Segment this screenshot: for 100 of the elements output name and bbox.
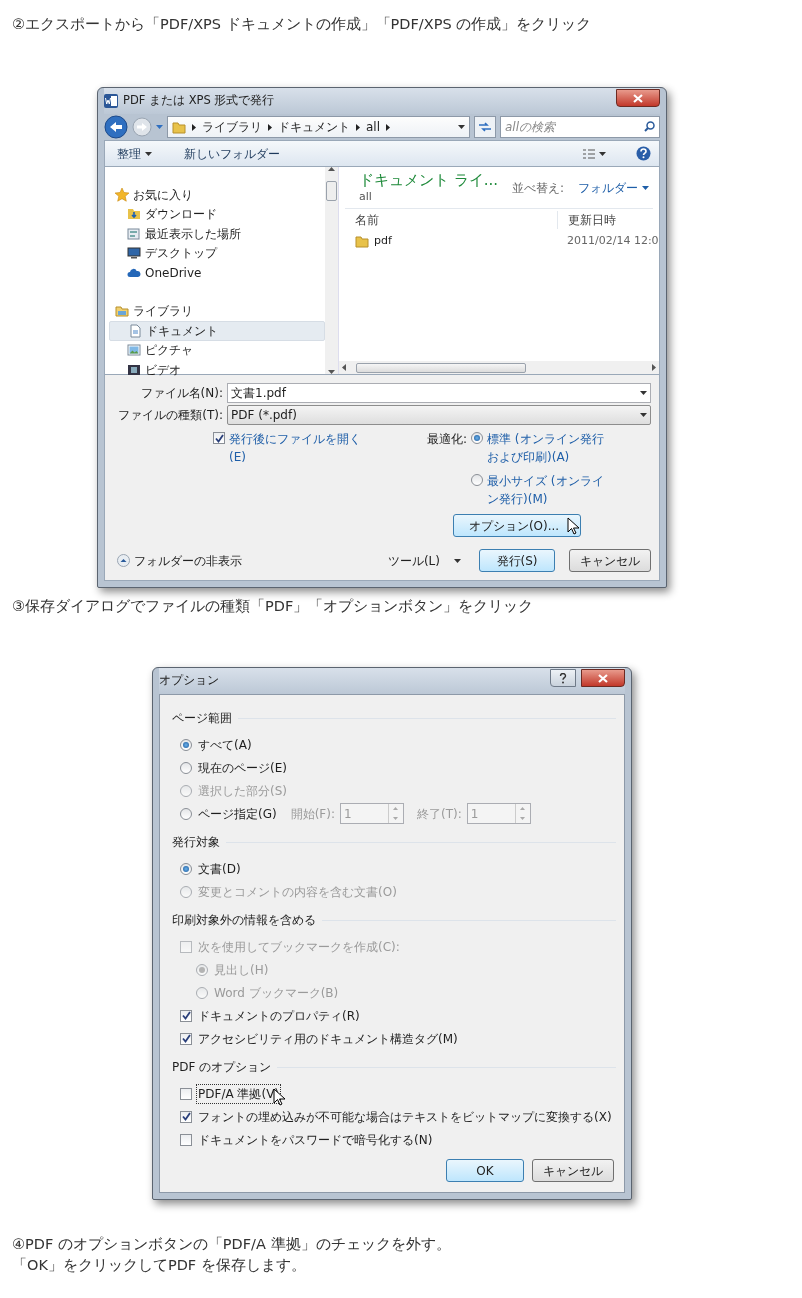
caret-icon	[640, 391, 647, 395]
radio-label[interactable]: 標準 (オンライン発行および印刷)(A)	[487, 430, 610, 466]
word-icon	[104, 94, 118, 108]
toolbar-button[interactable]: 整理	[113, 142, 156, 165]
checkmark-icon	[181, 1112, 191, 1122]
checkmark-icon	[214, 433, 224, 443]
search-icon	[644, 121, 655, 132]
dialog-button[interactable]: キャンセル	[569, 549, 651, 572]
library-title: ドキュメント ライ...	[359, 171, 499, 189]
checkbox[interactable]	[180, 1032, 192, 1045]
sort-dropdown[interactable]: フォルダー	[578, 179, 650, 197]
library-subtitle: all	[359, 189, 373, 205]
step-caption: 「OK」をクリックしてPDF を保存します。	[12, 1256, 307, 1276]
nav-item[interactable]: ドキュメント	[109, 321, 325, 341]
checkbox-label[interactable]: フォントの埋め込みが不可能な場合はテキストをビットマップに変換する(X)	[197, 1107, 613, 1126]
file-name[interactable]: pdf	[374, 233, 392, 250]
checkbox[interactable]	[180, 1110, 192, 1123]
nav-item[interactable]: お気に入り	[109, 185, 325, 205]
window-title: PDF または XPS 形式で発行	[123, 92, 275, 110]
desktop-icon	[127, 246, 141, 261]
collapse-up-icon	[117, 554, 130, 567]
history-caret-icon[interactable]	[156, 125, 163, 129]
radio-label[interactable]: すべて(A)	[197, 735, 253, 754]
radio-button[interactable]	[180, 862, 192, 875]
checkbox-label[interactable]: ドキュメントのプロパティ(R)	[197, 1006, 361, 1025]
close-button[interactable]	[616, 89, 660, 107]
nav-item[interactable]: ビデオ	[109, 360, 325, 380]
step-caption: ④PDF のオプションボタンの「PDF/A 準拠」のチェックを外す。	[12, 1235, 452, 1255]
back-button[interactable]	[104, 115, 128, 139]
document-icon	[128, 323, 142, 338]
star-icon	[115, 187, 129, 202]
file-name-field[interactable]: 文書1.pdf	[227, 383, 651, 403]
caret-icon	[458, 125, 465, 129]
radio-label[interactable]: ページ指定(G)	[197, 804, 278, 823]
checkbox[interactable]	[180, 1087, 192, 1100]
download-folder-icon	[127, 207, 141, 222]
radio-label[interactable]: 最小サイズ (オンライン発行)(M)	[487, 472, 610, 508]
radio-button[interactable]	[180, 738, 192, 751]
checkbox[interactable]	[213, 432, 225, 444]
radio-label: 変更とコメントの内容を含む文書(O)	[197, 883, 398, 901]
forward-button[interactable]	[132, 117, 152, 137]
step-caption: ②エクスポートから「PDF/XPS ドキュメントの作成」「PDF/XPS の作成」をクリック	[12, 15, 593, 34]
spin-up-icon	[520, 807, 526, 811]
radio-button[interactable]	[471, 474, 484, 486]
radio-button[interactable]	[471, 432, 484, 444]
caret-icon	[599, 151, 606, 156]
radio-button[interactable]	[180, 807, 192, 820]
scrollbar[interactable]	[339, 361, 659, 374]
scrollbar[interactable]	[325, 167, 338, 374]
breadcrumb-link[interactable]: all	[366, 118, 381, 136]
nav-item[interactable]: ライブラリ	[109, 301, 325, 321]
help-icon[interactable]	[636, 146, 651, 161]
scrollbar-thumb[interactable]	[356, 362, 526, 373]
radio-label[interactable]: 現在のページ(E)	[197, 758, 288, 777]
checkbox-label[interactable]: 発行後にファイルを開く(E)	[229, 430, 369, 466]
group-heading: PDF のオプション	[172, 1059, 272, 1077]
question-icon	[559, 672, 567, 684]
checkbox-label: 次を使用してブックマークを作成(C):	[197, 938, 401, 956]
refresh-button[interactable]	[474, 116, 496, 138]
radio-label: Word ブックマーク(B)	[213, 984, 340, 1002]
dialog-button[interactable]: OK	[446, 1159, 524, 1183]
checkbox-label[interactable]: ドキュメントをパスワードで暗号化する(N)	[197, 1130, 434, 1149]
radio-label: 選択した部分(S)	[197, 782, 288, 800]
column-header[interactable]: 更新日時	[557, 210, 637, 229]
address-bar[interactable]: ライブラリ ドキュメント all	[167, 116, 470, 138]
group-heading: 発行対象	[172, 834, 220, 852]
radio-label[interactable]: 文書(D)	[197, 859, 242, 878]
checkbox-label[interactable]: アクセシビリティ用のドキュメント構造タグ(M)	[197, 1029, 459, 1048]
breadcrumb-link[interactable]: ドキュメント	[278, 118, 350, 136]
cursor-icon	[567, 516, 580, 535]
help-button[interactable]	[550, 669, 576, 688]
chevron-icon	[192, 123, 196, 131]
nav-item[interactable]: デスクトップ	[109, 243, 325, 263]
dialog-button[interactable]: 発行(S)	[479, 549, 555, 572]
group-heading: ページ範囲	[172, 710, 232, 728]
field-label: 開始(F):	[290, 805, 335, 823]
hide-folders-button[interactable]: フォルダーの非表示	[113, 549, 246, 572]
radio-label: 見出し(H)	[213, 961, 270, 979]
options-button[interactable]: オプション(O)...	[453, 514, 582, 537]
dialog-button[interactable]: キャンセル	[532, 1159, 614, 1183]
breadcrumb-link[interactable]: ライブラリ	[202, 118, 262, 136]
column-header[interactable]: 名前	[345, 210, 557, 229]
modified-date: 2011/02/14 12:0	[566, 233, 659, 250]
nav-item[interactable]: 最近表示した場所	[109, 224, 325, 244]
checkbox[interactable]	[180, 1133, 192, 1146]
checkmark-icon	[181, 1034, 191, 1044]
field-label: ファイルの種類(T):	[117, 407, 223, 424]
nav-item[interactable]: ピクチャ	[109, 340, 325, 360]
checkbox[interactable]	[180, 1009, 192, 1022]
view-list-icon	[583, 148, 595, 159]
tools-dropdown[interactable]: ツール(L)	[383, 549, 465, 572]
toolbar-button[interactable]: 新しいフォルダー	[180, 142, 284, 165]
field-label: ファイル名(N):	[139, 385, 223, 402]
search-field[interactable]: allの検索	[500, 116, 660, 138]
radio-button[interactable]	[180, 761, 192, 774]
nav-item[interactable]: OneDrive	[109, 263, 325, 283]
close-button[interactable]	[581, 669, 625, 688]
file-type-dropdown[interactable]: PDF (*.pdf)	[227, 405, 651, 425]
nav-item[interactable]: ダウンロード	[109, 204, 325, 224]
scrollbar-thumb[interactable]	[326, 180, 337, 201]
